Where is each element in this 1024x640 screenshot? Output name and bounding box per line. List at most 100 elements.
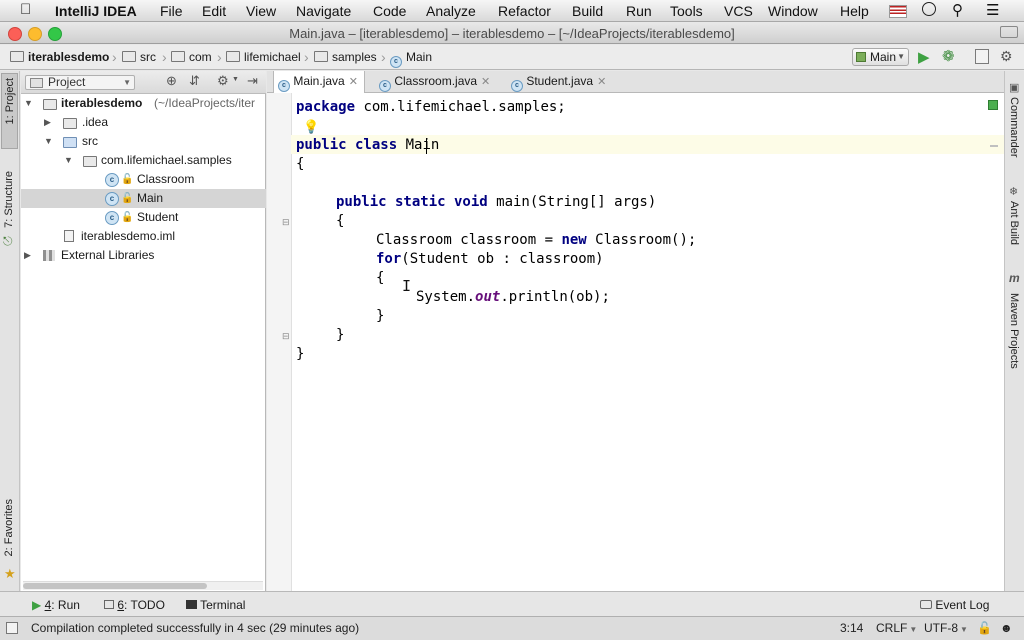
breadcrumb-src[interactable]: src — [122, 50, 156, 64]
breadcrumb-com[interactable]: com — [171, 50, 212, 64]
breadcrumb-project[interactable]: iterablesdemo — [10, 50, 109, 64]
code-line-method-open-brace[interactable]: { — [336, 212, 344, 231]
code-line-main-method[interactable]: public static void main(String[] args) — [336, 193, 656, 212]
fold-marker-icon[interactable]: ⊟ — [282, 331, 290, 342]
tree-item-idea[interactable]: ▶ .idea — [21, 113, 266, 132]
todo-tool-button[interactable]: 6: TODO — [104, 598, 165, 612]
editor-gutter[interactable]: ⊟ ⊟ — [267, 93, 292, 591]
code-line-new-classroom[interactable]: Classroom classroom = new Classroom(); — [376, 231, 696, 250]
run-icon: ▶ — [32, 598, 42, 612]
menu-vcs[interactable]: VCS — [724, 3, 753, 19]
folder-icon — [314, 51, 328, 62]
menu-tools[interactable]: Tools — [670, 3, 703, 19]
breadcrumb-samples[interactable]: samples — [314, 50, 377, 64]
debug-bug-icon[interactable]: ❁ — [942, 47, 955, 65]
tree-item-external-libraries[interactable]: ▶ External Libraries — [21, 246, 266, 265]
menu-build[interactable]: Build — [572, 3, 603, 19]
inspection-ok-icon[interactable] — [988, 100, 998, 110]
menu-run[interactable]: Run — [626, 3, 652, 19]
favorites-star-icon[interactable]: ★ — [4, 566, 16, 582]
expanded-arrow-icon[interactable]: ▼ — [44, 132, 53, 151]
run-configuration-select[interactable]: Main ▼ — [852, 48, 909, 66]
menu-app-name[interactable]: IntelliJ IDEA — [55, 3, 137, 19]
inspector-icon[interactable]: ☻ — [1000, 621, 1013, 635]
menu-code[interactable]: Code — [373, 3, 406, 19]
code-line-package[interactable]: package com.lifemichael.samples; — [296, 98, 566, 117]
code-line-for-loop[interactable]: for(Student ob : classroom) — [376, 250, 604, 269]
scroll-from-source-icon[interactable]: ⊕ — [166, 73, 177, 89]
scrollbar-thumb[interactable] — [23, 583, 207, 589]
package-icon — [83, 156, 97, 167]
menu-file[interactable]: File — [160, 3, 183, 19]
code-line-for-close-brace[interactable]: } — [376, 307, 384, 326]
collapsed-arrow-icon[interactable]: ▶ — [24, 246, 31, 265]
tree-item-student[interactable]: c 🔓 Student — [21, 208, 266, 227]
terminal-tool-button[interactable]: Terminal — [186, 598, 245, 612]
breadcrumb-main[interactable]: c Main — [390, 50, 432, 68]
code-line-class-decl[interactable]: public class Main — [296, 136, 439, 155]
encoding-select[interactable]: UTF-8 ▼ — [924, 621, 968, 635]
fold-marker-icon[interactable]: ⊟ — [282, 217, 290, 228]
code-line-method-close-brace[interactable]: } — [336, 326, 344, 345]
tree-item-main[interactable]: c 🔓 Main — [21, 189, 266, 208]
project-tool-tab[interactable]: 1: Project — [1, 73, 18, 149]
notification-center-icon[interactable]: ☰ — [986, 1, 999, 19]
tree-item-src[interactable]: ▼ src — [21, 132, 266, 151]
code-line-class-close-brace[interactable]: } — [296, 345, 304, 364]
expanded-arrow-icon[interactable]: ▼ — [64, 151, 73, 170]
intention-bulb-icon[interactable]: 💡 — [303, 119, 319, 135]
project-view-select[interactable]: Project ▼ — [25, 75, 135, 90]
run-tool-button[interactable]: ▶ 4: Run — [32, 598, 80, 612]
flag-icon[interactable] — [889, 5, 907, 18]
settings-icon[interactable]: ⚙ — [1000, 48, 1013, 65]
readonly-lock-icon[interactable]: 🔓 — [977, 621, 992, 635]
hide-panel-icon[interactable]: ⇥ — [247, 73, 258, 89]
code-editor[interactable]: ⊟ ⊟ 💡 package com.lifemichael.samples; p… — [267, 93, 1004, 591]
code-line-println[interactable]: System.out.println(ob); — [416, 288, 610, 307]
line-separator-select[interactable]: CRLF ▼ — [876, 621, 917, 635]
runnable-class-icon: c — [105, 192, 119, 206]
collapsed-arrow-icon[interactable]: ▶ — [44, 113, 51, 132]
tree-item-project-root[interactable]: ▼ iterablesdemo (~/IdeaProjects/iter — [21, 94, 266, 113]
structure-tool-tab[interactable]: 7: Structure — [3, 171, 15, 228]
tab-main-java[interactable]: c Main.java ✕ — [273, 71, 365, 93]
project-structure-icon[interactable] — [975, 49, 989, 64]
horizontal-scrollbar[interactable] — [23, 581, 263, 590]
event-log-button[interactable]: Event Log — [920, 598, 989, 612]
menu-window[interactable]: Window — [768, 3, 818, 19]
close-tab-icon[interactable]: ✕ — [481, 76, 490, 88]
tree-item-package[interactable]: ▼ com.lifemichael.samples — [21, 151, 266, 170]
tree-item-iml[interactable]: iterablesdemo.iml — [21, 227, 266, 246]
expanded-arrow-icon[interactable]: ▼ — [24, 94, 33, 113]
caret-position[interactable]: 3:14 — [840, 621, 863, 635]
commander-tool-tab[interactable]: Commander — [1008, 97, 1020, 158]
error-stripe-marker[interactable] — [990, 145, 998, 147]
tab-student-java[interactable]: c Student.java ✕ — [507, 71, 613, 93]
panel-settings-icon[interactable]: ⚙ — [217, 73, 229, 89]
menu-edit[interactable]: Edit — [202, 3, 226, 19]
spotlight-search-icon[interactable]: ⚲ — [952, 1, 963, 19]
breadcrumb-lifemichael[interactable]: lifemichael — [226, 50, 301, 64]
fullscreen-icon[interactable] — [1000, 26, 1018, 38]
apple-logo-icon[interactable]:  — [20, 1, 31, 18]
maven-projects-tool-tab[interactable]: Maven Projects — [1008, 293, 1020, 369]
menu-help[interactable]: Help — [840, 3, 869, 19]
tab-classroom-java[interactable]: c Classroom.java ✕ — [375, 71, 495, 93]
close-tab-icon[interactable]: ✕ — [349, 76, 358, 88]
close-tab-icon[interactable]: ✕ — [597, 76, 606, 88]
power-status-icon[interactable] — [922, 2, 936, 16]
toggle-tool-buttons-icon[interactable] — [6, 622, 18, 634]
favorites-tool-tab[interactable]: 2: Favorites — [3, 499, 15, 556]
menu-view[interactable]: View — [246, 3, 276, 19]
collapse-all-icon[interactable]: ⇵ — [189, 73, 200, 89]
structure-icon[interactable]: ⎋ — [3, 234, 13, 249]
code-line-for-open-brace[interactable]: { — [376, 269, 384, 288]
ant-build-tool-tab[interactable]: Ant Build — [1008, 201, 1020, 245]
code-line-class-open-brace[interactable]: { — [296, 155, 304, 174]
menu-refactor[interactable]: Refactor — [498, 3, 551, 19]
run-icon[interactable]: ▶ — [918, 48, 930, 66]
menu-navigate[interactable]: Navigate — [296, 3, 351, 19]
tree-item-classroom[interactable]: c 🔓 Classroom — [21, 170, 266, 189]
menu-analyze[interactable]: Analyze — [426, 3, 476, 19]
status-message[interactable]: Compilation completed successfully in 4 … — [31, 621, 359, 635]
